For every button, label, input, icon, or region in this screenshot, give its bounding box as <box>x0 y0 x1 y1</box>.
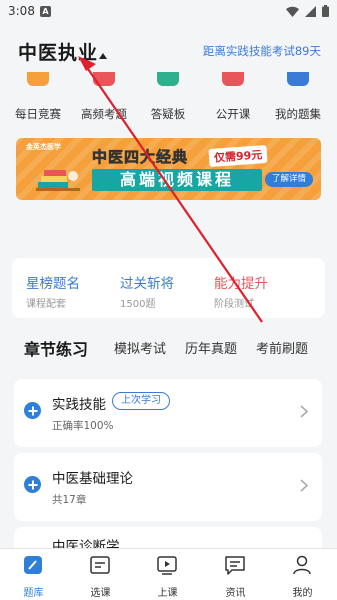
practice-tabs: 章节练习 模拟考试 历年真题 考前刷题 <box>0 338 337 368</box>
tab-chapter-practice[interactable]: 章节练习 <box>24 336 88 360</box>
feature-card-level-clear[interactable]: 过关斩将 1500题 <box>108 258 200 318</box>
feature-card-strip: 星榜题名 课程配套 过关斩将 1500题 能力提升 阶段测试 <box>12 258 325 318</box>
chapter-card-tcm-basic-theory[interactable]: 中医基础理论 共17章 <box>14 453 322 521</box>
banner-headline: 中医四大经典 <box>92 148 189 167</box>
chapter-count: 共17章 <box>52 494 87 506</box>
signal-icon <box>305 5 316 17</box>
feature-card-title: 过关斩将 <box>120 276 174 292</box>
frequent-questions-icon <box>93 72 115 86</box>
nav-news[interactable]: 资讯 <box>202 549 269 600</box>
feature-card-subtitle: 阶段测试 <box>214 299 254 310</box>
open-class-icon <box>222 72 244 86</box>
feature-card-subtitle: 1500题 <box>120 299 156 310</box>
banner-logo: 金英杰医学 <box>26 143 61 151</box>
quick-entry-row: 每日竞赛 高频考题 答疑板 公开课 我的题集 <box>0 72 337 128</box>
video-class-icon <box>157 556 177 575</box>
quick-entry-qa-board[interactable]: 答疑板 <box>136 72 200 128</box>
nav-label: 上课 <box>157 588 178 599</box>
chapter-accuracy: 正确率100% <box>52 420 114 432</box>
nav-label: 题库 <box>23 588 44 599</box>
nav-label: 资讯 <box>225 588 246 599</box>
quick-entry-frequent-questions[interactable]: 高频考题 <box>72 72 136 128</box>
expand-plus-icon[interactable] <box>24 402 41 419</box>
feature-card-ability-boost[interactable]: 能力提升 阶段测试 <box>202 258 294 318</box>
quick-entry-label: 高频考题 <box>81 107 127 121</box>
quick-entry-label: 每日竞赛 <box>15 107 61 121</box>
quick-entry-label: 公开课 <box>215 107 251 121</box>
books-illustration-icon <box>36 170 80 191</box>
tab-past-papers[interactable]: 历年真题 <box>185 338 237 357</box>
expand-plus-icon[interactable] <box>24 476 41 493</box>
nav-label: 选课 <box>90 588 111 599</box>
tab-pre-exam-drill[interactable]: 考前刷题 <box>256 338 308 357</box>
qa-board-icon <box>157 72 179 86</box>
status-indicators <box>286 5 329 17</box>
nav-profile[interactable]: 我的 <box>269 549 336 600</box>
question-bank-icon <box>24 556 42 574</box>
feature-card-title: 能力提升 <box>214 276 268 292</box>
last-studied-badge: 上次学习 <box>112 392 170 410</box>
bottom-nav: 题库 选课 上课 资讯 我的 <box>0 548 337 600</box>
banner-subheadline: 高端视频课程 <box>92 169 262 191</box>
quick-entry-daily-contest[interactable]: 每日竞赛 <box>6 72 70 128</box>
daily-contest-icon <box>27 72 49 86</box>
news-icon <box>225 556 245 575</box>
chapter-title: 中医基础理论 <box>52 471 133 487</box>
chapter-title: 实践技能 <box>52 397 106 413</box>
nav-question-bank[interactable]: 题库 <box>0 549 67 600</box>
feature-card-subtitle: 课程配套 <box>26 299 66 310</box>
banner-details-button[interactable]: 了解详情 <box>265 172 313 187</box>
quick-entry-label: 答疑板 <box>150 107 186 121</box>
nav-video-class[interactable]: 上课 <box>134 549 201 600</box>
dropdown-triangle-icon[interactable] <box>99 53 107 59</box>
chevron-right-icon <box>300 479 308 492</box>
promo-banner[interactable]: 金英杰医学 中医四大经典 仅需99元 高端视频课程 了解详情 <box>16 138 321 200</box>
feature-card-star-ranking[interactable]: 星榜题名 课程配套 <box>14 258 106 318</box>
exam-type-selector[interactable]: 中医执业 <box>18 38 98 65</box>
chapter-card-practical-skills[interactable]: 实践技能 上次学习 正确率100% <box>14 379 322 447</box>
nav-course-select[interactable]: 选课 <box>67 549 134 600</box>
quick-entry-label: 我的题集 <box>275 107 321 121</box>
tab-mock-exam[interactable]: 模拟考试 <box>114 338 166 357</box>
quick-entry-open-class[interactable]: 公开课 <box>201 72 265 128</box>
chevron-right-icon <box>300 405 308 418</box>
exam-countdown[interactable]: 距离实践技能考试89天 <box>203 43 321 59</box>
course-select-icon <box>90 556 110 574</box>
quick-entry-my-questions[interactable]: 我的题集 <box>266 72 330 128</box>
profile-icon <box>293 555 311 575</box>
battery-icon <box>322 5 329 17</box>
notification-icon: A <box>40 6 51 17</box>
wifi-icon <box>286 6 299 17</box>
my-questions-icon <box>287 72 309 86</box>
status-bar: 3:08 A <box>0 0 337 24</box>
feature-card-title: 星榜题名 <box>26 276 80 292</box>
status-time: 3:08 <box>8 4 35 18</box>
nav-label: 我的 <box>292 588 313 599</box>
